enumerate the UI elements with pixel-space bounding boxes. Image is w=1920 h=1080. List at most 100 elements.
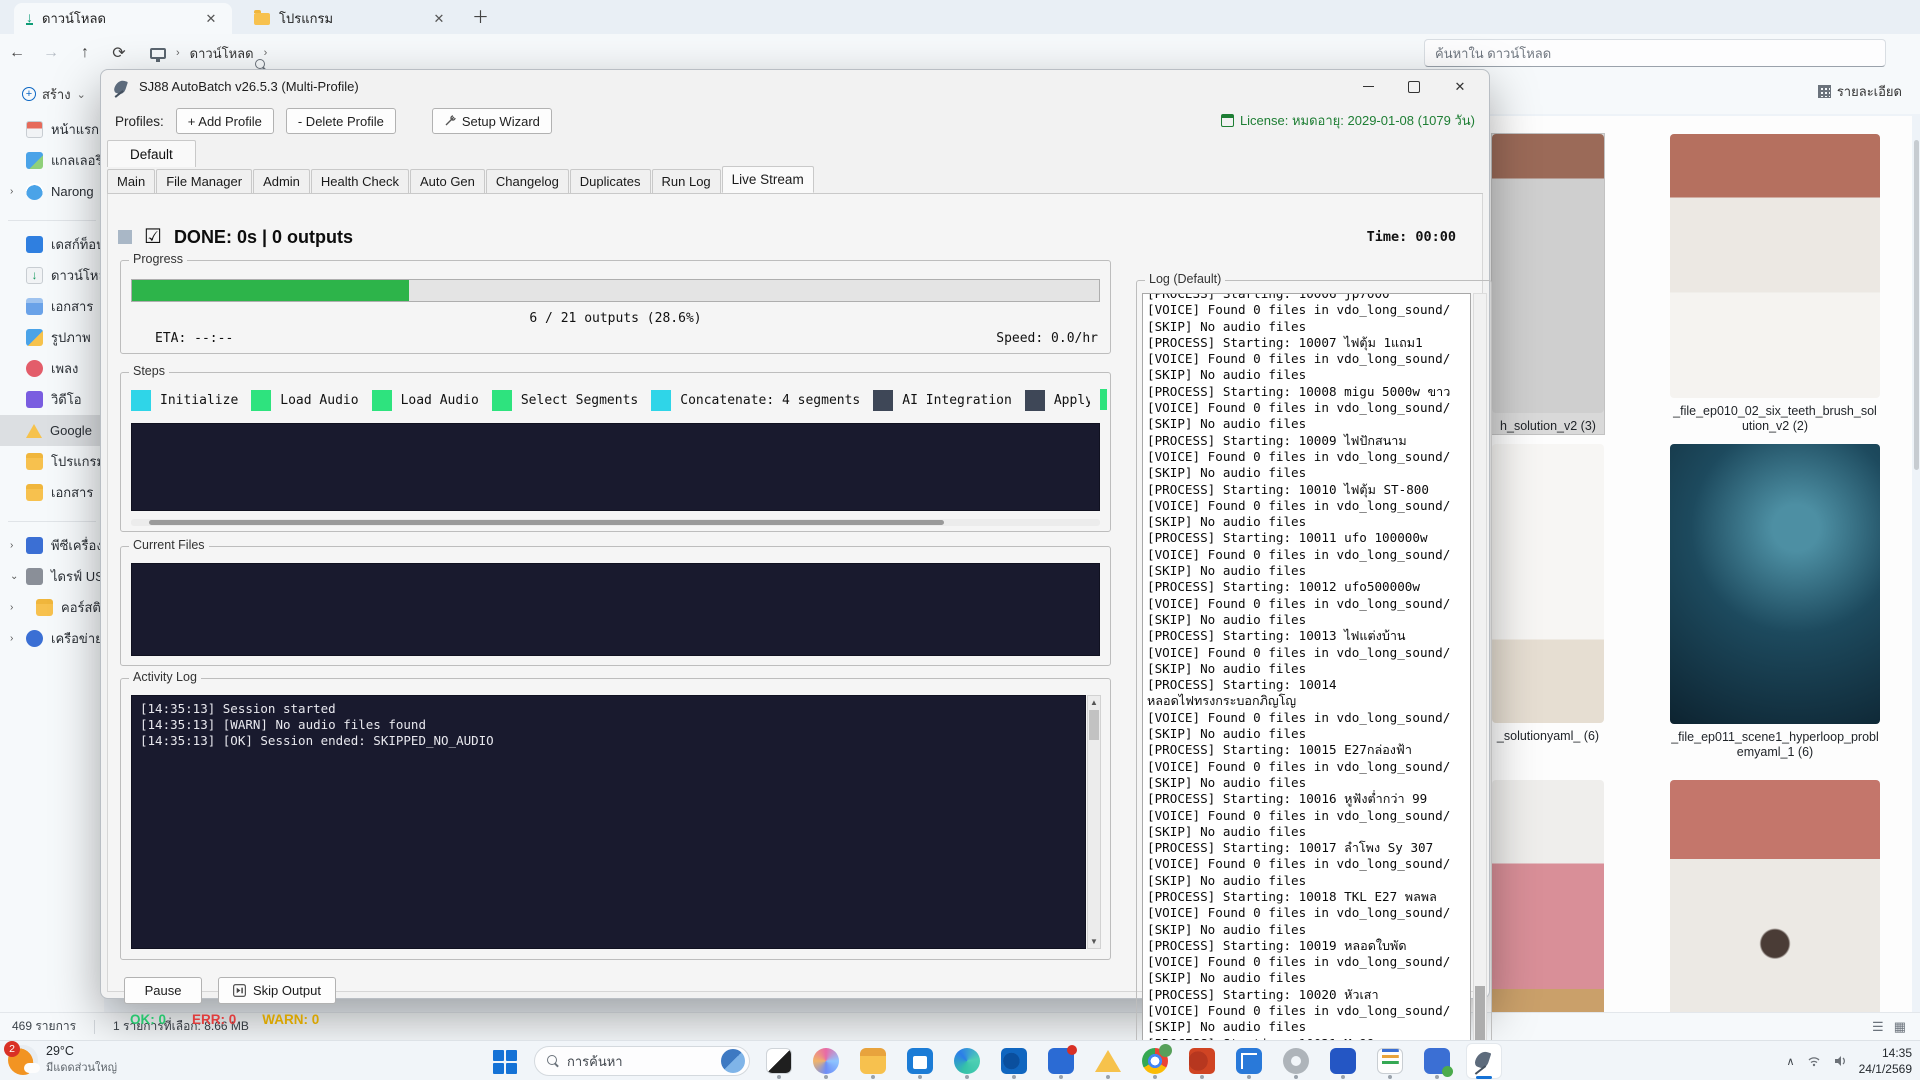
taskbar-m365-icon[interactable] (1326, 1044, 1360, 1078)
add-profile-button[interactable]: + Add Profile (176, 108, 274, 134)
explorer-tab-programs[interactable]: โปรแกรม ✕ (242, 3, 460, 34)
taskbar-explorer-icon[interactable] (856, 1044, 890, 1078)
video-thumbnail[interactable] (1670, 444, 1880, 724)
taskbar-photos-icon[interactable] (762, 1044, 796, 1078)
expander-icon[interactable]: › (10, 602, 20, 613)
activity-log-view[interactable]: [14:35:13] Session started[14:35:13] [WA… (131, 695, 1086, 949)
volume-icon[interactable] (1833, 1054, 1847, 1068)
tab-changelog[interactable]: Changelog (486, 169, 569, 193)
file-item[interactable]: h_solution_v2 (3) (1492, 134, 1604, 434)
log-line: [SKIP] No audio files (1147, 726, 1466, 742)
taskbar-notes-icon[interactable] (1373, 1044, 1407, 1078)
explorer-search-input[interactable]: ค้นหาใน ดาวน์โหลด (1424, 39, 1886, 67)
close-icon[interactable]: ✕ (202, 10, 220, 28)
tab-auto-gen[interactable]: Auto Gen (410, 169, 485, 193)
explorer-scrollbar[interactable] (1914, 140, 1919, 470)
new-item-button[interactable]: + สร้าง ⌄ (14, 80, 94, 108)
video-thumbnail[interactable] (1670, 134, 1880, 398)
new-tab-button[interactable]: ＋ (472, 3, 489, 28)
sidebar-item-วิดีโอ[interactable]: วิดีโอ (0, 384, 104, 415)
clock-time: 14:35 (1859, 1045, 1912, 1061)
list-view-icon[interactable]: ☰ (1872, 1019, 1884, 1035)
setup-wizard-button[interactable]: Setup Wizard (432, 108, 552, 134)
profile-tab-default[interactable]: Default (107, 140, 196, 167)
taskbar-quill-icon[interactable] (1467, 1044, 1501, 1078)
sidebar-item-ไดรฟ์ US[interactable]: ⌄ไดรฟ์ US (0, 561, 104, 592)
wifi-icon[interactable] (1807, 1054, 1821, 1068)
taskbar-chrome-icon[interactable] (1138, 1044, 1172, 1078)
breadcrumb[interactable]: › ดาวน์โหลด › (150, 43, 267, 64)
tab-file-manager[interactable]: File Manager (156, 169, 252, 193)
expander-icon[interactable]: ⌄ (10, 571, 20, 582)
sidebar-item-แกลเลอรี[interactable]: แกลเลอรี (0, 145, 104, 176)
taskbar-copilot-icon[interactable] (809, 1044, 843, 1078)
minimize-button[interactable] (1345, 70, 1391, 103)
tab-run-log[interactable]: Run Log (652, 169, 721, 193)
sidebar-item-โปรแกรม[interactable]: โปรแกรม (0, 446, 104, 477)
taskbar-outlook-icon[interactable] (997, 1044, 1031, 1078)
tab-main[interactable]: Main (107, 169, 155, 193)
tab-live-stream[interactable]: Live Stream (722, 166, 814, 193)
tray-chevron-icon[interactable]: ∧ (1787, 1055, 1795, 1068)
breadcrumb-folder[interactable]: ดาวน์โหลด (190, 43, 254, 64)
sidebar-item-รูปภาพ[interactable]: รูปภาพ (0, 322, 104, 353)
tab-admin[interactable]: Admin (253, 169, 310, 193)
up-icon[interactable]: ↑ (68, 44, 102, 62)
taskbar-docs-icon[interactable] (1044, 1044, 1078, 1078)
maximize-button[interactable] (1391, 70, 1437, 103)
refresh-icon[interactable]: ⟳ (102, 43, 136, 63)
video-thumbnail[interactable] (1492, 444, 1604, 723)
grid-view-icon[interactable]: ▦ (1894, 1019, 1906, 1035)
video-thumbnail[interactable] (1670, 780, 1880, 1044)
details-pane-button[interactable]: รายละเอียด (1818, 81, 1902, 102)
current-files-canvas (131, 563, 1100, 656)
log-scrollbar[interactable] (1473, 293, 1487, 1080)
taskbar-search[interactable]: การค้นหา (534, 1046, 750, 1076)
sidebar-item-เอกสาร[interactable]: เอกสาร (0, 477, 104, 508)
pause-button[interactable]: Pause (124, 977, 202, 1004)
taskbar-feedback-icon[interactable] (1232, 1044, 1266, 1078)
taskbar-remote-pc-icon[interactable] (1420, 1044, 1454, 1078)
scroll-down-icon[interactable]: ▼ (1088, 935, 1100, 948)
close-icon[interactable]: ✕ (430, 10, 448, 28)
activity-scrollbar[interactable]: ▲ ▼ (1087, 695, 1101, 949)
sidebar-item-เดสก์ท็อป[interactable]: เดสก์ท็อป (0, 229, 104, 260)
expander-icon[interactable]: › (10, 633, 20, 644)
weather-widget[interactable]: 2 29°C มีแดดส่วนใหญ่ (8, 1044, 117, 1076)
forward-icon[interactable]: → (34, 44, 68, 62)
sidebar-item-เพลง[interactable]: เพลง (0, 353, 104, 384)
explorer-tab-downloads[interactable]: ↓ ดาวน์โหลด ✕ (14, 3, 232, 34)
sidebar-item-ดาวน์โหลด[interactable]: ↓ดาวน์โหลด (0, 260, 104, 291)
back-icon[interactable]: ← (0, 44, 34, 62)
video-thumbnail[interactable] (1492, 134, 1604, 413)
sidebar-item-Narong[interactable]: ›Narong (0, 176, 104, 207)
taskbar-store-icon[interactable] (903, 1044, 937, 1078)
title-bar[interactable]: SJ88 AutoBatch v26.5.3 (Multi-Profile) ✕ (101, 70, 1489, 103)
sidebar-item-คอร์สติ[interactable]: ›คอร์สติ (0, 592, 104, 623)
step-color-icon (131, 390, 151, 411)
steps-hscrollbar[interactable] (131, 519, 1100, 526)
sidebar-item-เครือข่าย[interactable]: ›เครือข่าย (0, 623, 104, 654)
file-item[interactable]: _file_ep011_scene1_hyperloop_problemyaml… (1670, 444, 1880, 760)
taskbar-clock[interactable]: 14:35 24/1/2569 (1859, 1045, 1912, 1077)
sidebar-item-เอกสาร[interactable]: เอกสาร (0, 291, 104, 322)
expander-icon[interactable]: › (10, 186, 20, 197)
close-button[interactable]: ✕ (1437, 70, 1483, 103)
delete-profile-button[interactable]: - Delete Profile (286, 108, 396, 134)
taskbar-drive-icon[interactable] (1091, 1044, 1125, 1078)
scroll-up-icon[interactable]: ▲ (1088, 696, 1100, 709)
log-view[interactable]: [PROCESS] Starting: 10006 jp7000[VOICE] … (1142, 293, 1471, 1080)
sidebar-item-Google[interactable]: Google (0, 415, 104, 446)
sidebar-item-หน้าแรก[interactable]: หน้าแรก (0, 114, 104, 145)
skip-output-button[interactable]: Skip Output (218, 977, 336, 1004)
taskbar-powerpoint-icon[interactable] (1185, 1044, 1219, 1078)
tab-health-check[interactable]: Health Check (311, 169, 409, 193)
file-item[interactable]: _file_ep010_02_six_teeth_brush_solution_… (1670, 134, 1880, 434)
expander-icon[interactable]: › (10, 540, 20, 551)
sidebar-item-พีซีเครื่อง[interactable]: ›พีซีเครื่อง (0, 530, 104, 561)
taskbar-edge-icon[interactable] (950, 1044, 984, 1078)
start-button[interactable] (492, 1049, 518, 1075)
file-item[interactable]: _solutionyaml_ (6) (1492, 444, 1604, 744)
taskbar-settings-icon[interactable] (1279, 1044, 1313, 1078)
tab-duplicates[interactable]: Duplicates (570, 169, 651, 193)
